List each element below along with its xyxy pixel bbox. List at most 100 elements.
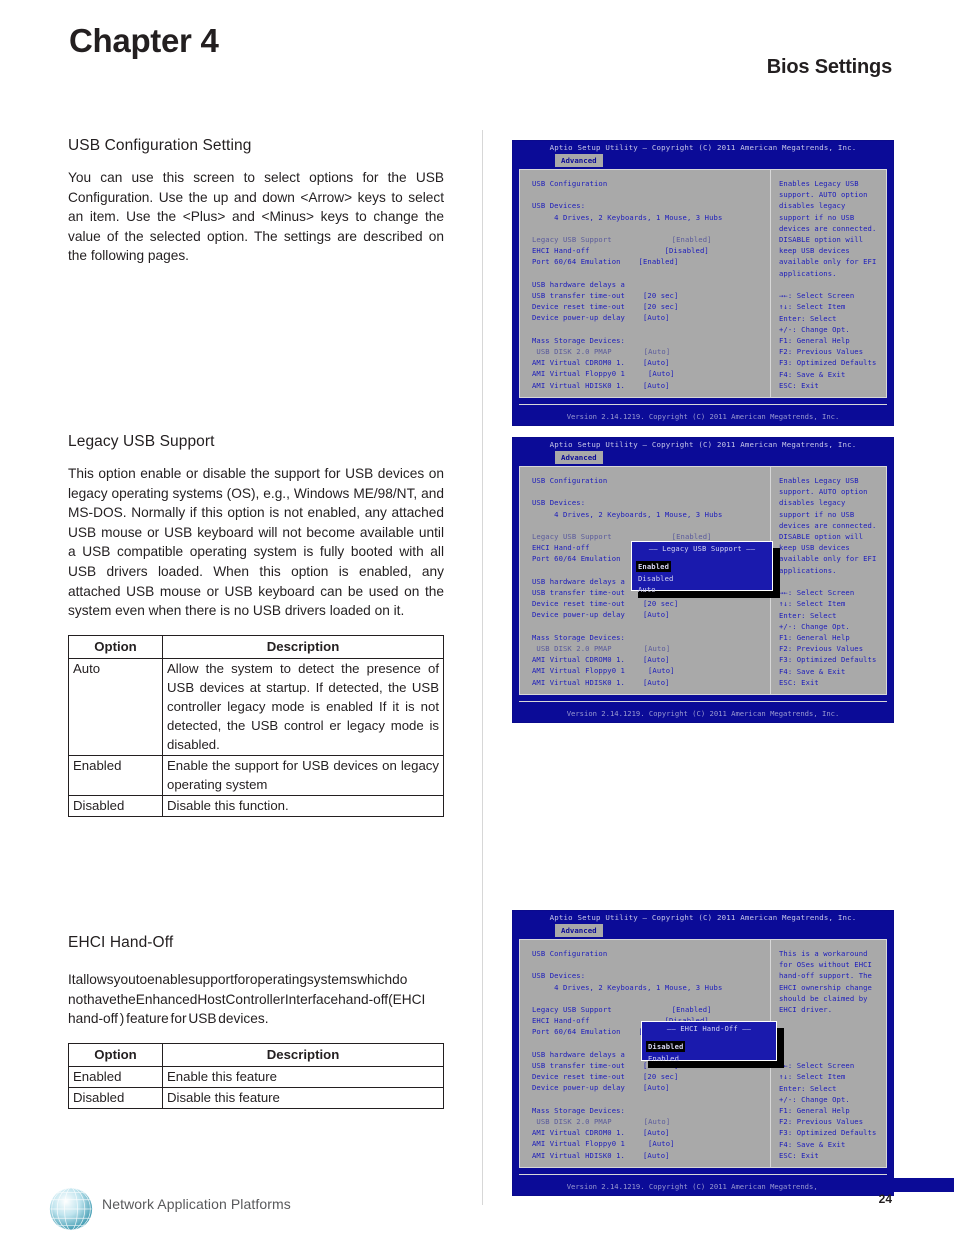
th-description: Description [162, 1042, 444, 1067]
label: AMI Virtual Floppy0 1 [532, 1139, 625, 1149]
spacer: . [532, 520, 770, 531]
menu-device-reset-timeout[interactable]: Device reset time-out [20 sec] [532, 598, 770, 609]
dropdown-option-enabled[interactable]: Enabled [636, 554, 768, 573]
dropdown-option-disabled[interactable]: Disabled [636, 573, 768, 584]
menu-mass-storage-devices: Mass Storage Devices: [532, 1105, 625, 1115]
legacy-usb-section: Legacy USB Support This option enable or… [68, 433, 444, 817]
dropdown-title-text: Legacy USB Support [662, 544, 742, 553]
value: [Auto] [642, 1128, 670, 1138]
ehci-handoff-heading: EHCI Hand-Off [68, 934, 174, 951]
nav-key-f1-help: F1: General Help [779, 335, 850, 345]
nav-key-esc-exit: ESC: Exit [779, 677, 819, 687]
menu-mass-storage-devices: Mass Storage Devices: [532, 335, 625, 345]
menu-ami-cdrom[interactable]: AMI Virtual CDROM0 1. [Auto] [532, 654, 770, 665]
nav-key-f2-previous: F2: Previous Values [779, 1117, 864, 1127]
nav-key-select-screen: →←: Select Screen [779, 588, 855, 598]
spacer: . [532, 959, 770, 970]
ehci-hand-off-dropdown[interactable]: —— EHCI Hand-Off —— Disabled Enabled [641, 1021, 777, 1064]
menu-usb-devices-detail: 4 Drives, 2 Keyboards, 1 Mouse, 3 Hubs [532, 509, 723, 519]
menu-device-reset-timeout[interactable]: Device reset time-out [20 sec] [532, 301, 770, 312]
menu-usb-disk[interactable]: USB DISK 2.0 PMAP [Auto] [532, 643, 770, 654]
option-name: Auto [68, 657, 163, 756]
menu-port-60-64[interactable]: Port 60/64 Emulation [Enabled] [532, 256, 770, 267]
help-text: Enables Legacy USB support. AUTO option … [779, 179, 881, 278]
label: EHCI Hand-off [532, 1016, 590, 1026]
menu-ami-floppy[interactable]: AMI Virtual Floppy0 1 [Auto] [532, 368, 770, 379]
bios-help-pane: Enables Legacy USB support. AUTO option … [771, 467, 886, 694]
ehci-handoff-body: Itallowsyoutoenablesupportforoperatingsy… [68, 972, 426, 1027]
tab-advanced[interactable]: Advanced [555, 451, 603, 464]
menu-ami-cdrom[interactable]: AMI Virtual CDROM0 1. [Auto] [532, 1127, 770, 1138]
label: Device reset time-out [532, 1072, 625, 1082]
label: USB DISK 2.0 PMAP [532, 644, 612, 654]
nav-key-f4-save-exit: F4: Save & Exit [779, 666, 846, 676]
spacer: . [532, 486, 770, 497]
bios-help-pane: This is a workaround for OSes without EH… [771, 940, 886, 1167]
label: AMI Virtual HDISK0 1. [532, 1150, 625, 1160]
label: Legacy USB Support [532, 235, 612, 245]
label: USB DISK 2.0 PMAP [532, 1117, 612, 1127]
label: Legacy USB Support [532, 1005, 612, 1015]
menu-device-power-up-delay[interactable]: Device power-up delay [Auto] [532, 1082, 770, 1093]
table-row: Enabled Enable this feature [68, 1065, 444, 1088]
option-name: Enabled [68, 1065, 163, 1088]
page-title: Chapter 4 [69, 22, 219, 59]
bios-tab-row: Advanced [513, 451, 893, 464]
bios-title: Aptio Setup Utility – Copyright (C) 2011… [513, 438, 893, 451]
menu-ami-hdisk[interactable]: AMI Virtual HDISK0 1. [Auto] [532, 677, 770, 688]
nav-key-select-screen: →←: Select Screen [779, 291, 855, 301]
label: Device reset time-out [532, 302, 625, 312]
menu-usb-disk[interactable]: USB DISK 2.0 PMAP [Auto] [532, 1116, 770, 1127]
label: Port 60/64 Emulation [532, 257, 621, 267]
menu-legacy-usb-support[interactable]: Legacy USB Support [Enabled] [532, 234, 770, 245]
spacer: . [532, 189, 770, 200]
nav-key-f2-previous: F2: Previous Values [779, 644, 864, 654]
nav-key-change-opt: +/-: Change Opt. [779, 621, 850, 631]
dropdown-option-enabled[interactable]: Enabled [646, 1053, 772, 1064]
legacy-usb-support-dropdown[interactable]: —— Legacy USB Support —— Enabled Disable… [631, 541, 773, 594]
nav-key-f1-help: F1: General Help [779, 632, 850, 642]
dropdown-option-disabled[interactable]: Disabled [646, 1034, 772, 1053]
tab-advanced[interactable]: Advanced [555, 154, 603, 167]
nav-key-f1-help: F1: General Help [779, 1105, 850, 1115]
menu-device-reset-timeout[interactable]: Device reset time-out [20 sec] [532, 1071, 770, 1082]
table-row: Auto Allow the system to detect the pres… [68, 657, 444, 756]
nav-key-select-item: ↑↓: Select Item [779, 599, 846, 609]
value: [20 sec] [642, 302, 679, 312]
bios-tab-row: Advanced [513, 924, 893, 937]
value: [20 sec] [642, 1072, 679, 1082]
value: [Auto] [642, 1150, 670, 1160]
bios-footer-version: Version 2.14.1219. Copyright (C) 2011 Am… [513, 706, 893, 722]
menu-ami-floppy[interactable]: AMI Virtual Floppy0 1 [Auto] [532, 1138, 770, 1149]
nav-key-f3-defaults: F3: Optimized Defaults [779, 358, 877, 368]
menu-legacy-usb-support[interactable]: Legacy USB Support [Enabled] [532, 1004, 770, 1015]
nav-key-f4-save-exit: F4: Save & Exit [779, 369, 846, 379]
label: Legacy USB Support [532, 532, 612, 542]
option-description: Disable this feature [162, 1086, 444, 1109]
company-logo-icon [49, 1187, 93, 1231]
menu-usb-disk[interactable]: USB DISK 2.0 PMAP [Auto] [532, 346, 770, 357]
spacer: . [532, 268, 770, 279]
menu-ehci-hand-off[interactable]: EHCI Hand-off [Disabled] [532, 245, 770, 256]
menu-usb-devices-detail: 4 Drives, 2 Keyboards, 1 Mouse, 3 Hubs [532, 212, 723, 222]
menu-ami-hdisk[interactable]: AMI Virtual HDISK0 1. [Auto] [532, 1150, 770, 1161]
label: Device power-up delay [532, 313, 625, 323]
menu-ami-cdrom[interactable]: AMI Virtual CDROM0 1. [Auto] [532, 357, 770, 368]
dropdown-title-text: EHCI Hand-Off [680, 1024, 738, 1033]
menu-device-power-up-delay[interactable]: Device power-up delay [Auto] [532, 312, 770, 323]
tab-advanced[interactable]: Advanced [555, 924, 603, 937]
value: [Enabled] [638, 257, 679, 267]
value: [Enabled] [671, 532, 712, 542]
dropdown-option-auto[interactable]: Auto [636, 584, 768, 595]
help-text: This is a workaround for OSes without EH… [779, 949, 877, 1015]
spacer: . [532, 993, 770, 1004]
bios-menu-pane: USB Configuration . USB Devices: 4 Drive… [520, 170, 770, 397]
option-label: Enabled [636, 561, 671, 572]
menu-usb-transfer-timeout[interactable]: USB transfer time-out [20 sec] [532, 290, 770, 301]
label: AMI Virtual HDISK0 1. [532, 380, 625, 390]
menu-ami-floppy[interactable]: AMI Virtual Floppy0 1 [Auto] [532, 665, 770, 676]
menu-device-power-up-delay[interactable]: Device power-up delay [Auto] [532, 609, 770, 620]
menu-ami-hdisk[interactable]: AMI Virtual HDISK0 1. [Auto] [532, 380, 770, 391]
menu-usb-configuration: USB Configuration [532, 949, 608, 958]
value: [Auto] [642, 655, 670, 665]
